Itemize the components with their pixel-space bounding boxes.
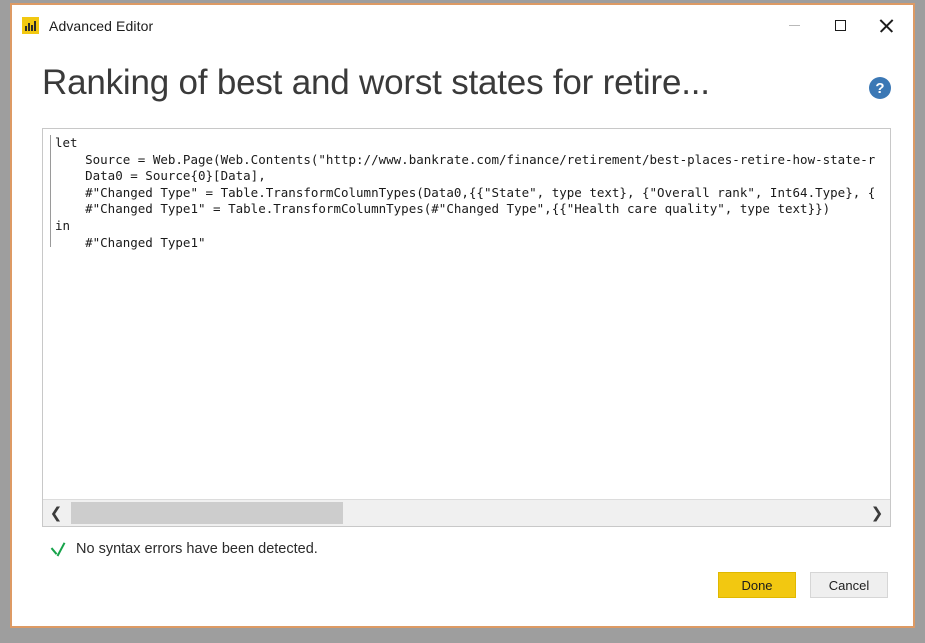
maximize-button[interactable] <box>817 5 863 46</box>
dialog-footer: Done Cancel <box>12 572 913 626</box>
query-code[interactable]: let Source = Web.Page(Web.Contents("http… <box>43 135 890 251</box>
scroll-right-arrow-icon[interactable]: ❯ <box>864 500 890 526</box>
minimize-button[interactable] <box>771 5 817 46</box>
power-bi-icon <box>22 17 39 34</box>
minimize-icon <box>788 25 800 26</box>
horizontal-scroll-track[interactable] <box>69 500 864 526</box>
syntax-status: No syntax errors have been detected. <box>50 538 913 560</box>
horizontal-scrollbar[interactable]: ❮ ❯ <box>43 499 890 526</box>
done-button[interactable]: Done <box>718 572 796 598</box>
title-bar: Advanced Editor <box>12 5 913 46</box>
syntax-status-text: No syntax errors have been detected. <box>76 541 318 557</box>
window-title: Advanced Editor <box>49 17 154 34</box>
horizontal-scroll-thumb[interactable] <box>71 502 343 524</box>
code-editor[interactable]: let Source = Web.Page(Web.Contents("http… <box>42 128 891 527</box>
close-icon <box>879 19 893 33</box>
code-text-area[interactable]: let Source = Web.Page(Web.Contents("http… <box>43 129 890 499</box>
help-circle-icon[interactable]: ? <box>869 77 891 99</box>
check-mark-icon <box>50 542 67 557</box>
maximize-icon <box>834 20 846 31</box>
cancel-button[interactable]: Cancel <box>810 572 888 598</box>
close-button[interactable] <box>863 5 909 46</box>
advanced-editor-window: Advanced Editor Ranking of best and wors… <box>10 3 915 628</box>
heading-row: Ranking of best and worst states for ret… <box>12 46 913 108</box>
scroll-left-arrow-icon[interactable]: ❮ <box>43 500 69 526</box>
text-caret <box>50 135 51 247</box>
page-title: Ranking of best and worst states for ret… <box>42 63 710 102</box>
